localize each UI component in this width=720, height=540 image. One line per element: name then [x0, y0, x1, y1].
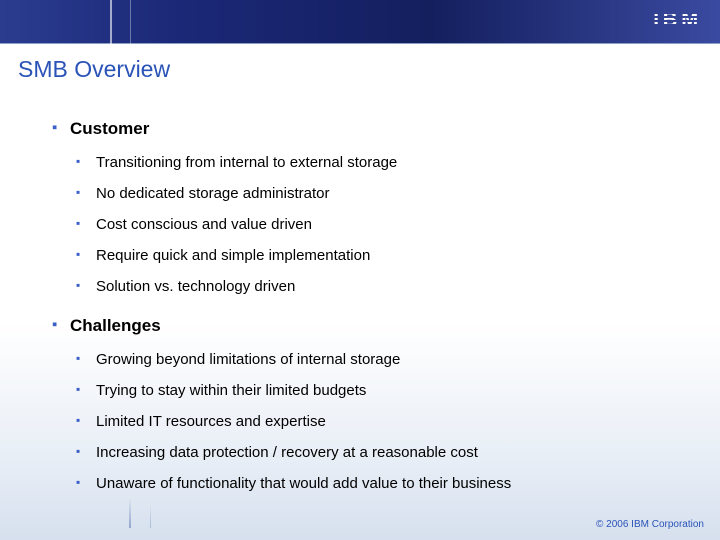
list-item: Growing beyond limitations of internal s…	[96, 344, 690, 375]
list-item: Require quick and simple implementation	[96, 240, 690, 271]
list-item: No dedicated storage administrator	[96, 178, 690, 209]
header-bar: IBM	[0, 0, 720, 44]
list-item: Solution vs. technology driven	[96, 271, 690, 302]
list-item: Unaware of functionality that would add …	[96, 468, 690, 499]
list-item: Cost conscious and value driven	[96, 209, 690, 240]
ibm-logo: IBM	[653, 10, 702, 30]
list-item: Limited IT resources and expertise	[96, 406, 690, 437]
header-divider	[110, 0, 112, 44]
slide: IBM SMB Overview Customer Transitioning …	[0, 0, 720, 540]
copyright-text: © 2006 IBM Corporation	[596, 519, 704, 530]
list-item: Trying to stay within their limited budg…	[96, 375, 690, 406]
list-item: Transitioning from internal to external …	[96, 147, 690, 178]
slide-content: Customer Transitioning from internal to …	[0, 83, 720, 499]
footer-divider	[150, 504, 151, 528]
header-divider	[130, 0, 131, 44]
bullet-list-challenges: Growing beyond limitations of internal s…	[96, 344, 690, 499]
footer-divider	[129, 498, 131, 528]
list-item: Increasing data protection / recovery at…	[96, 437, 690, 468]
slide-title: SMB Overview	[0, 44, 720, 83]
section-heading-customer: Customer	[70, 119, 690, 139]
bullet-list-customer: Transitioning from internal to external …	[96, 147, 690, 302]
section-heading-challenges: Challenges	[70, 316, 690, 336]
